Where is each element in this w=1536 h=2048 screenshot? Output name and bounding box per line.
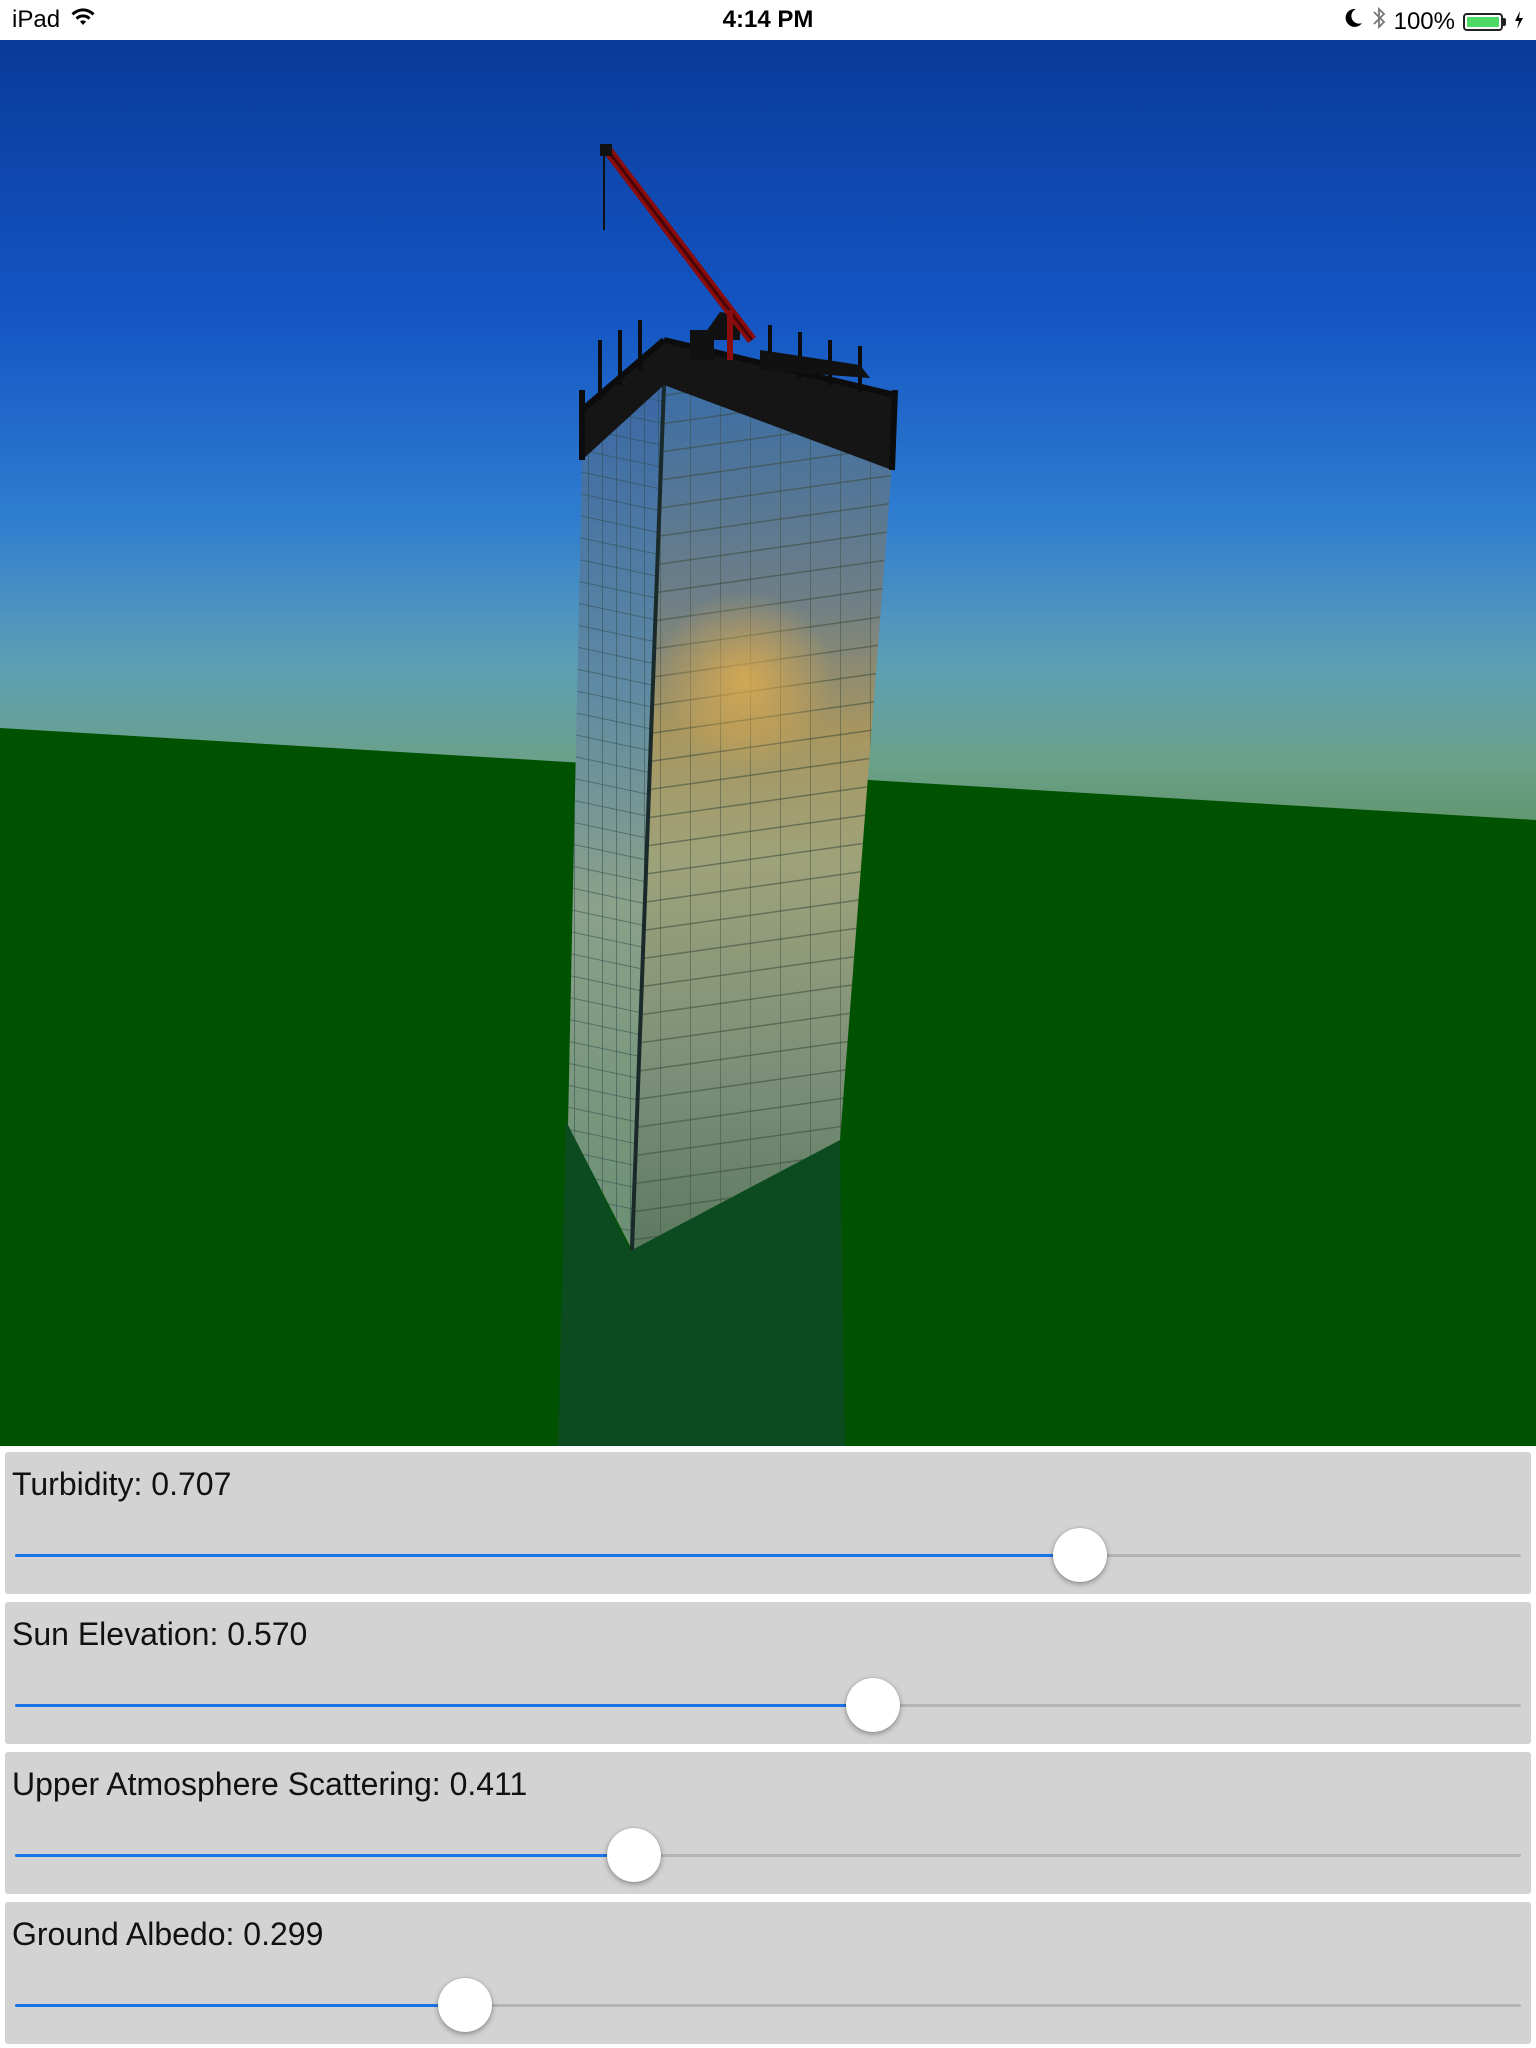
slider-thumb[interactable] [438,1978,492,2032]
battery-percent: 100% [1393,7,1455,35]
slider-track-fill [15,1704,873,1707]
scene-viewport[interactable] [0,40,1536,1446]
moon-icon [1344,7,1364,36]
slider-track-fill [15,1554,1080,1557]
status-right: 100% [1344,6,1524,37]
ground-albedo-panel: Ground Albedo: 0.299 [5,1902,1531,2044]
slider-track-fill [15,2004,465,2007]
slider-thumb[interactable] [846,1678,900,1732]
turbidity-label: Turbidity: 0.707 [12,1466,232,1502]
scattering-panel: Upper Atmosphere Scattering: 0.411 [5,1752,1531,1894]
ground-albedo-slider[interactable] [15,1978,1521,2034]
status-time: 4:14 PM [722,6,814,33]
controls-panel: Turbidity: 0.707 Sun Elevation: 0.570 Up… [0,1446,1536,2048]
sun-elevation-panel: Sun Elevation: 0.570 [5,1602,1531,1744]
slider-thumb[interactable] [607,1828,661,1882]
scattering-label: Upper Atmosphere Scattering: 0.411 [12,1766,528,1802]
slider-thumb[interactable] [1053,1528,1107,1582]
sun-elevation-slider[interactable] [15,1678,1521,1734]
slider-track-fill [15,1854,634,1857]
turbidity-slider[interactable] [15,1528,1521,1584]
bluetooth-icon [1372,6,1386,37]
status-bar: iPad 4:14 PM 100% [0,0,1536,40]
sun-elevation-label: Sun Elevation: 0.570 [12,1616,308,1652]
charging-icon [1514,8,1524,36]
turbidity-panel: Turbidity: 0.707 [5,1452,1531,1594]
ground-albedo-label: Ground Albedo: 0.299 [12,1916,324,1952]
scene-canvas[interactable] [0,40,1536,1446]
battery-icon [1463,12,1506,31]
scattering-slider[interactable] [15,1828,1521,1884]
sun-reflection [655,590,835,770]
